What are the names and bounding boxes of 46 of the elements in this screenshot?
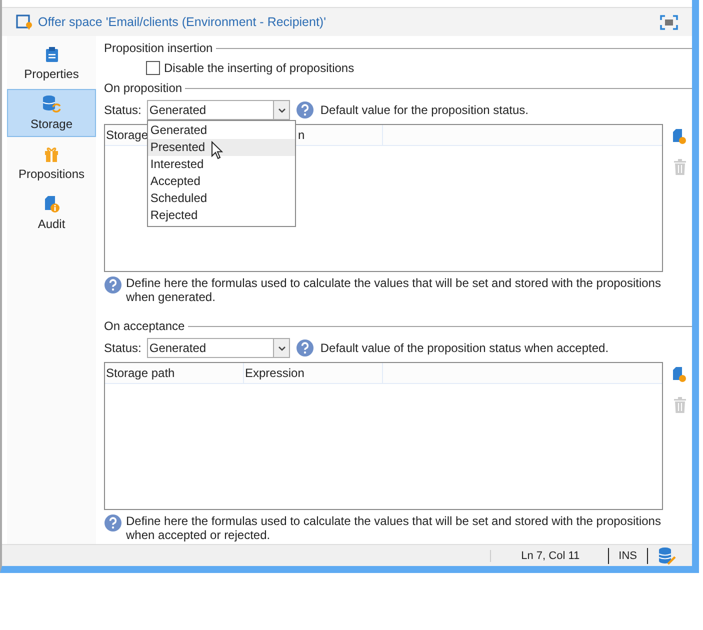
clipboard-icon: [44, 46, 58, 62]
status-label: Status:: [104, 103, 142, 117]
status-dropdown[interactable]: Generated: [147, 338, 290, 358]
maximize-icon[interactable]: [660, 14, 678, 30]
dropdown-option[interactable]: Accepted: [148, 173, 296, 190]
cursor-position: Ln 7, Col 11: [490, 550, 598, 562]
dropdown-option[interactable]: Interested: [148, 156, 296, 173]
help-icon: [296, 339, 314, 357]
sidebar-item[interactable]: Propositions: [7, 139, 96, 187]
document-info-icon: [44, 195, 60, 213]
chevron-down-icon: [278, 108, 286, 112]
checkbox[interactable]: [146, 61, 160, 75]
gift-icon: [44, 146, 59, 162]
sidebar-item[interactable]: Storage: [7, 89, 96, 137]
help-icon: [104, 514, 122, 532]
status-label: Status:: [104, 341, 142, 355]
database-sync-icon: [42, 95, 62, 113]
help-text: Define here the formulas used to calculate the values that will be set and stored with the propositions when accepted or rejected.: [126, 514, 662, 542]
section-heading: On acceptance: [104, 319, 185, 333]
cursor-icon: [211, 141, 224, 160]
dropdown-option[interactable]: Generated: [148, 122, 296, 139]
help-icon: [296, 101, 314, 119]
column-header[interactable]: Expression: [244, 363, 383, 383]
column-header[interactable]: Storage: [105, 125, 148, 145]
help-text: Default value of the proposition status when accepted.: [320, 341, 609, 355]
add-document-icon[interactable]: [673, 367, 687, 383]
help-icon: [104, 276, 122, 294]
sidebar-item[interactable]: Audit: [7, 189, 96, 237]
section-heading: On proposition: [104, 81, 182, 95]
dropdown-option[interactable]: Scheduled: [148, 190, 296, 207]
column-header[interactable]: n: [298, 125, 384, 145]
help-text: Define here the formulas used to calculate the values that will be set and stored with the propositions when generated.: [126, 276, 662, 304]
status-dropdown[interactable]: Generated: [147, 100, 290, 120]
chevron-down-icon: [278, 346, 286, 350]
sidebar-item[interactable]: Properties: [7, 39, 96, 87]
help-text: Default value for the proposition status.: [320, 103, 528, 117]
window-title: Offer space 'Email/clients (Environment - Recipient)': [38, 15, 327, 29]
database-edit-icon[interactable]: [658, 546, 676, 564]
dropdown-option[interactable]: Presented: [148, 139, 296, 156]
dropdown-option[interactable]: Rejected: [148, 207, 296, 224]
offer-space-icon: [16, 14, 33, 30]
insert-mode: INS: [618, 550, 637, 562]
section-heading: Proposition insertion: [104, 41, 213, 55]
add-document-icon[interactable]: [673, 129, 687, 145]
column-header[interactable]: Storage path: [105, 363, 244, 383]
checkbox-label: Disable the inserting of propositions: [164, 61, 354, 75]
